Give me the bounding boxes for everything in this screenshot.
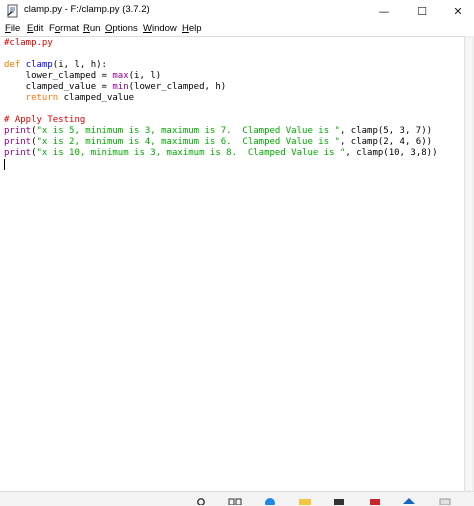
folder-icon[interactable]	[298, 497, 312, 505]
scrollbar-thumb[interactable]	[466, 38, 472, 490]
print-call-args: , clamp(2, 4, 6))	[339, 137, 433, 147]
minimize-button[interactable]: —	[366, 0, 402, 22]
window-title: clamp.py - F:/clamp.py (3.7.2)	[24, 4, 150, 15]
builtin-print: print	[4, 137, 32, 147]
menu-help[interactable]: Help	[182, 23, 202, 34]
code-comment-filename: #clamp.py	[4, 38, 53, 48]
print-call-args: , clamp(10, 3,8))	[345, 148, 438, 158]
function-params: (i, l, h):	[52, 60, 107, 70]
string-literal: "x is 2, minimum is 4, maximum is 6. Cla…	[36, 137, 340, 147]
min-args: (lower_clamped, h)	[128, 82, 227, 92]
builtin-min: min	[112, 82, 129, 92]
max-args: (i, l)	[128, 71, 162, 81]
text-cursor	[4, 159, 5, 170]
keyword-return: return	[4, 93, 59, 103]
idle-file-icon	[7, 4, 18, 18]
title-bar: clamp.py - F:/clamp.py (3.7.2) — ☐ ✕	[0, 0, 474, 22]
assign-clamped-value: clamped_value =	[4, 82, 113, 92]
menu-edit[interactable]: Edit	[27, 23, 43, 34]
menu-window[interactable]: Window	[143, 23, 177, 34]
close-button[interactable]: ✕	[440, 0, 474, 22]
menu-bar: File Edit Format Run Options Window Help	[0, 22, 474, 36]
app-icon[interactable]	[402, 497, 416, 505]
string-literal: "x is 5, minimum is 3, maximum is 7. Cla…	[36, 126, 340, 136]
search-icon[interactable]	[196, 497, 206, 505]
browser-icon[interactable]	[264, 497, 276, 505]
assign-lower-clamped: lower_clamped =	[4, 71, 113, 81]
menu-file[interactable]: File	[5, 23, 20, 34]
task-view-icon[interactable]	[228, 497, 242, 505]
builtin-max: max	[112, 71, 129, 81]
string-literal: "x is 10, minimum is 3, maximum is 8. Cl…	[36, 148, 346, 158]
return-value: clamped_value	[58, 93, 135, 103]
menu-format[interactable]: Format	[49, 23, 79, 34]
maximize-icon: ☐	[417, 4, 427, 18]
store-icon[interactable]	[332, 497, 346, 505]
close-icon: ✕	[453, 4, 463, 18]
menu-options[interactable]: Options	[105, 23, 138, 34]
code-text[interactable]: #clamp.py def clamp(i, l, h): lower_clam…	[4, 38, 438, 159]
app-icon[interactable]	[368, 497, 382, 505]
minimize-icon: —	[378, 4, 390, 18]
menu-run[interactable]: Run	[83, 23, 100, 34]
code-comment-testing: # Apply Testing	[4, 115, 86, 125]
function-name-clamp: clamp	[25, 60, 53, 70]
print-call-args: , clamp(5, 3, 7))	[339, 126, 433, 136]
keyword-def: def	[4, 60, 21, 70]
app-icon[interactable]	[438, 497, 452, 505]
maximize-button[interactable]: ☐	[404, 0, 440, 22]
builtin-print: print	[4, 148, 32, 158]
builtin-print: print	[4, 126, 32, 136]
